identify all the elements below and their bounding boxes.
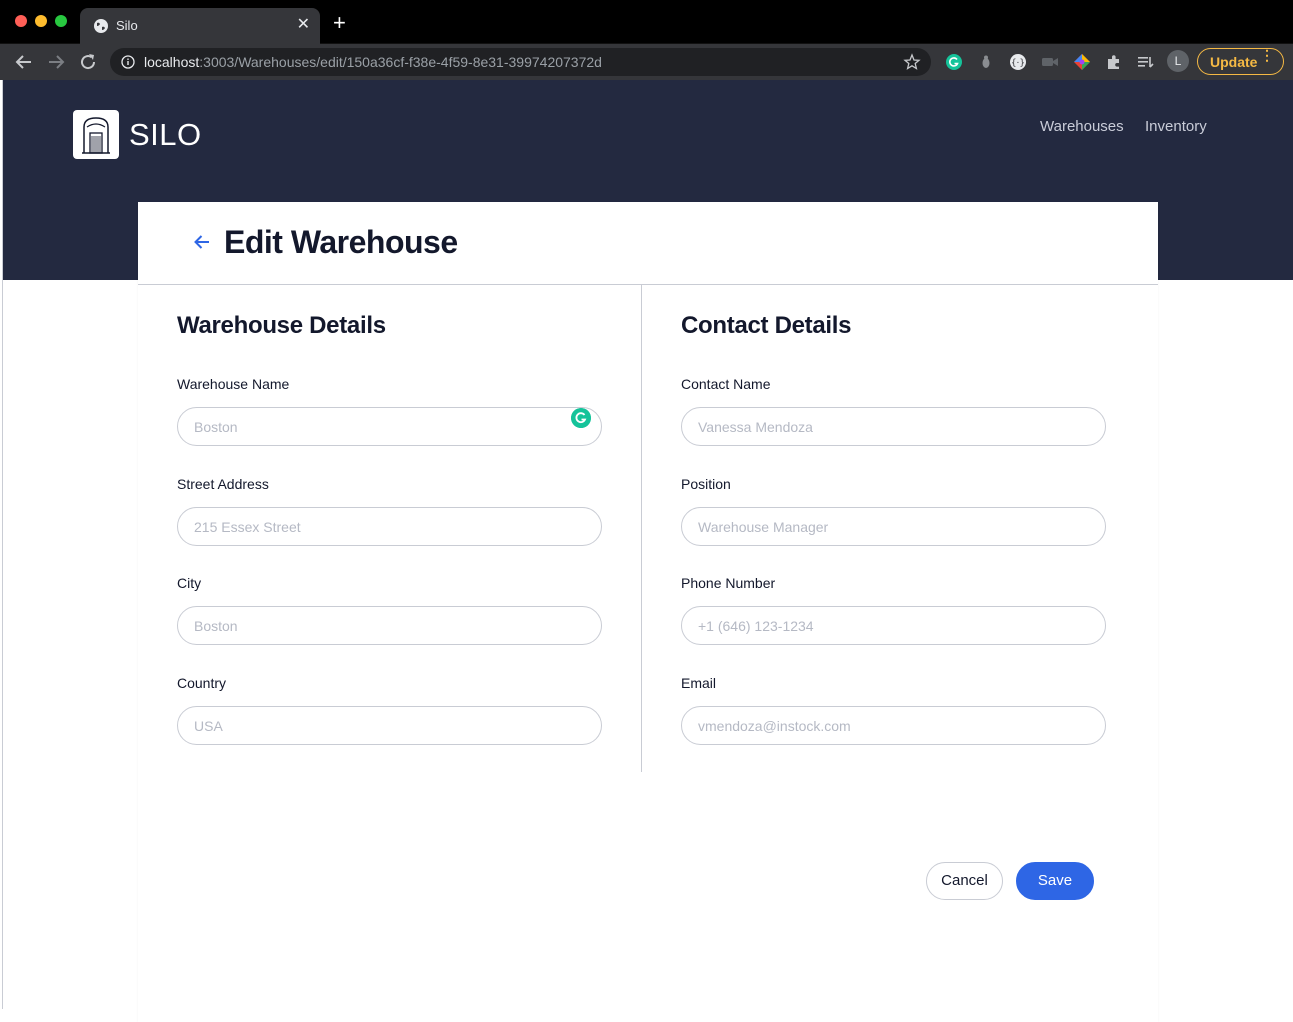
- warehouse-details-title: Warehouse Details: [177, 312, 386, 339]
- logo-text[interactable]: SILO: [129, 117, 202, 153]
- cancel-button[interactable]: Cancel: [926, 862, 1003, 900]
- warehouse-name-input[interactable]: [177, 407, 602, 446]
- contact-name-input[interactable]: [681, 407, 1106, 446]
- city-input[interactable]: [177, 606, 602, 645]
- window-minimize-dot[interactable]: [35, 15, 47, 27]
- back-nav-icon[interactable]: [12, 50, 36, 74]
- position-label: Position: [681, 476, 731, 492]
- nav-warehouses[interactable]: Warehouses: [1040, 118, 1124, 135]
- card-header: Edit Warehouse: [138, 202, 1158, 285]
- menu-kebab-icon[interactable]: ⋮: [1260, 48, 1274, 62]
- url-text: localhost:3003/Warehouses/edit/150a36cf-…: [144, 54, 602, 70]
- country-input[interactable]: [177, 706, 602, 745]
- tab-title: Silo: [116, 18, 138, 33]
- section-divider: [641, 285, 642, 772]
- browser-tab-bar: Silo ✕ +: [0, 0, 1293, 44]
- video-camera-icon[interactable]: [1041, 53, 1059, 71]
- reload-icon[interactable]: [76, 50, 100, 74]
- forward-nav-icon[interactable]: [44, 50, 68, 74]
- window-maximize-dot[interactable]: [55, 15, 67, 27]
- page-title: Edit Warehouse: [224, 224, 458, 260]
- arrow-left-icon[interactable]: [192, 232, 212, 252]
- nav-inventory[interactable]: Inventory: [1145, 118, 1207, 135]
- grammarly-icon[interactable]: [571, 408, 591, 428]
- svg-text:{·}: {·}: [1011, 59, 1025, 69]
- email-input[interactable]: [681, 706, 1106, 745]
- save-button[interactable]: Save: [1016, 862, 1094, 900]
- url-path: :3003/Warehouses/edit/150a36cf-f38e-4f59…: [199, 54, 602, 70]
- globe-icon: [94, 19, 108, 33]
- logo[interactable]: [73, 110, 119, 159]
- extension-code-icon[interactable]: {·}: [1009, 53, 1027, 71]
- country-label: Country: [177, 675, 227, 691]
- position-input[interactable]: [681, 507, 1106, 546]
- street-address-input[interactable]: [177, 507, 602, 546]
- contact-details-title: Contact Details: [681, 312, 852, 339]
- email-label: Email: [681, 675, 717, 691]
- browser-update-button[interactable]: Update ⋮: [1197, 48, 1284, 75]
- silo-building-icon: [82, 117, 110, 154]
- city-label: City: [177, 575, 202, 591]
- reading-list-icon[interactable]: [1137, 53, 1155, 71]
- browser-tab[interactable]: Silo ✕: [80, 8, 320, 44]
- page: SILO Warehouses Inventory Edit Warehouse…: [2, 80, 1293, 1022]
- tab-close-icon[interactable]: ✕: [297, 16, 310, 34]
- new-tab-button[interactable]: +: [333, 12, 346, 34]
- contact-name-label: Contact Name: [681, 376, 771, 392]
- window-close-dot[interactable]: [15, 15, 27, 27]
- street-address-label: Street Address: [177, 476, 269, 492]
- address-bar[interactable]: localhost:3003/Warehouses/edit/150a36cf-…: [110, 48, 931, 76]
- color-picker-icon[interactable]: [1073, 53, 1091, 71]
- update-label: Update: [1210, 54, 1258, 70]
- site-info-icon[interactable]: [121, 55, 135, 69]
- url-host: localhost: [144, 54, 200, 70]
- browser-toolbar: localhost:3003/Warehouses/edit/150a36cf-…: [0, 44, 1293, 80]
- profile-avatar[interactable]: L: [1167, 50, 1189, 72]
- grammarly-extension-icon[interactable]: [945, 53, 963, 71]
- extensions-puzzle-icon[interactable]: [1105, 53, 1123, 71]
- bookmark-star-icon[interactable]: [903, 53, 921, 71]
- phone-number-input[interactable]: [681, 606, 1106, 645]
- phone-number-label: Phone Number: [681, 575, 776, 591]
- edit-warehouse-card: Edit Warehouse Warehouse Details Warehou…: [138, 202, 1158, 1022]
- warehouse-name-label: Warehouse Name: [177, 376, 290, 392]
- extension-ghost-icon[interactable]: [977, 53, 995, 71]
